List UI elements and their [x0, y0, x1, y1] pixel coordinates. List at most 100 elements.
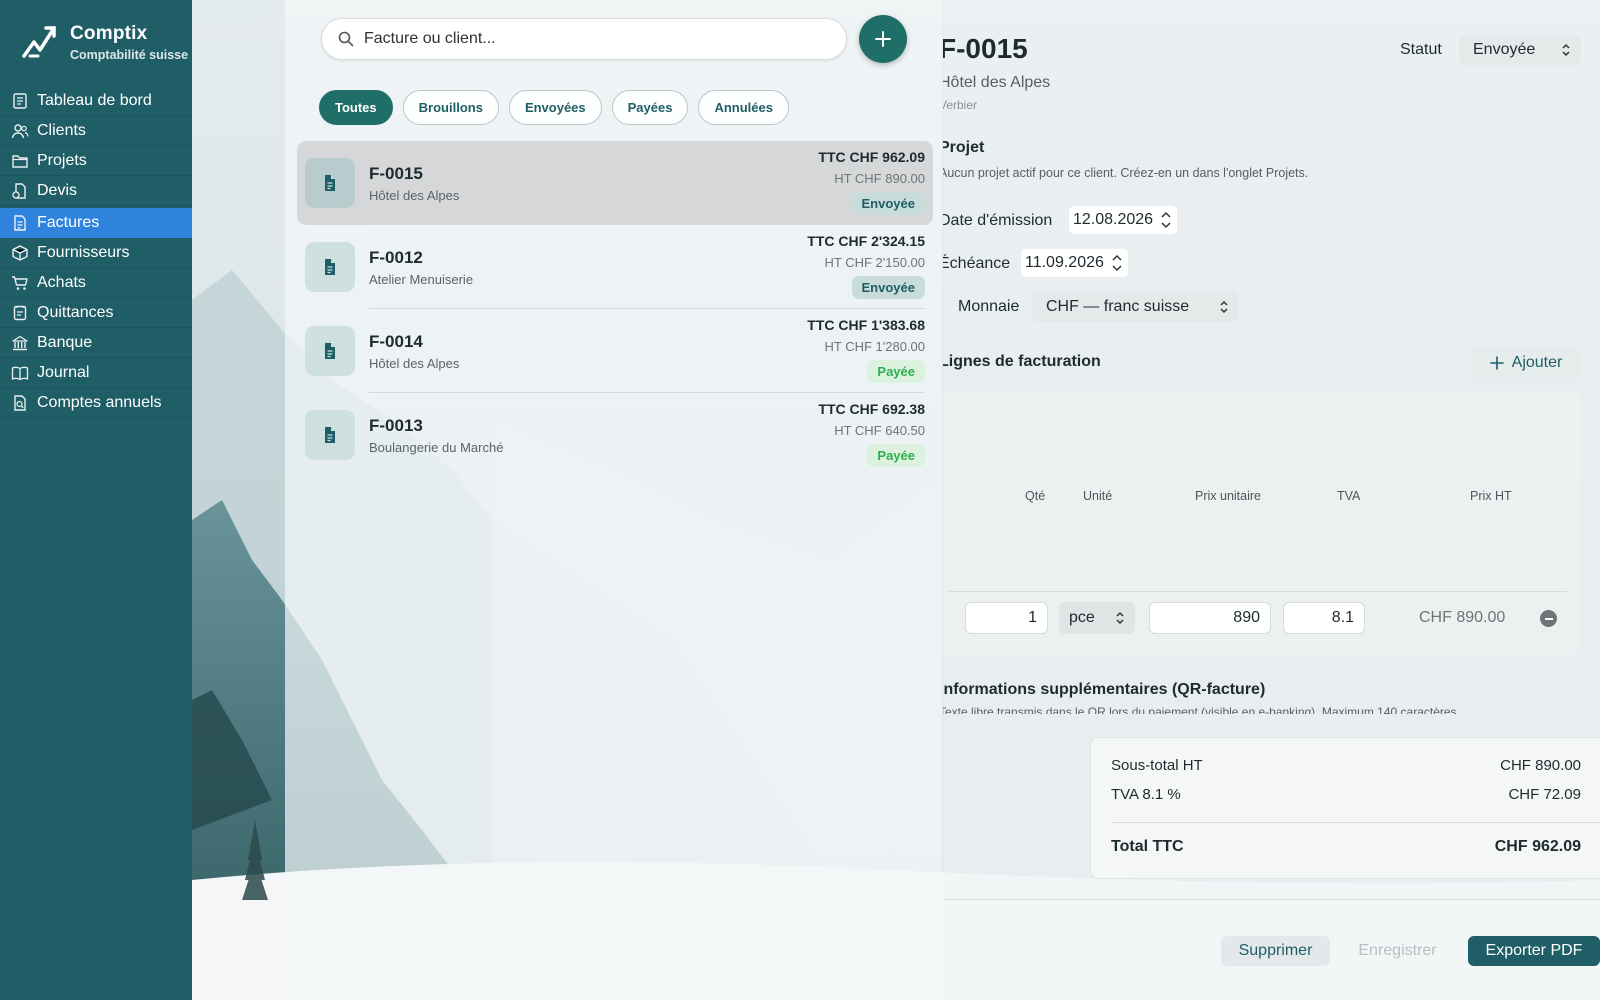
- currency-select[interactable]: CHF — franc suisse: [1032, 292, 1239, 322]
- date-stepper-icon[interactable]: [1110, 252, 1124, 274]
- chevron-updown-icon: [1115, 611, 1125, 625]
- filter-chip[interactable]: Envoyées: [508, 90, 602, 125]
- column-unit: Unité: [1083, 489, 1113, 503]
- plus-icon: [874, 30, 892, 48]
- invoice-client: Hôtel des Alpes: [369, 187, 460, 203]
- filter-chip[interactable]: Brouillons: [402, 90, 499, 125]
- invoice-lines-table: Qté Unité Prix unitaire TVA Prix HT 1 pc…: [943, 391, 1581, 655]
- line-qty-input[interactable]: 1: [965, 602, 1048, 634]
- book-icon: [11, 364, 29, 382]
- minus-icon: [1544, 617, 1553, 620]
- column-net-price: Prix HT: [1470, 489, 1512, 503]
- box-icon: [11, 244, 29, 262]
- column-unit-price: Prix unitaire: [1195, 489, 1261, 503]
- lines-heading: Lignes de facturation: [943, 353, 1101, 370]
- line-vat-input[interactable]: 8.1: [1283, 602, 1365, 634]
- invoice-client: Hôtel des Alpes: [943, 74, 1051, 91]
- filter-chip[interactable]: Payées: [611, 90, 689, 125]
- invoice-list-panel: Toutes Brouillons Envoyées Payées Annulées F…: [285, 0, 942, 1000]
- subtotal-value: CHF 890.00: [1500, 757, 1581, 774]
- sidebar: Comptix Comptabilité suisse Tableau de b…: [0, 0, 192, 1000]
- sidebar-item-quittances[interactable]: Quittances: [0, 298, 192, 328]
- sidebar-item-label: Clients: [37, 121, 86, 139]
- filter-chip[interactable]: Toutes: [319, 90, 393, 125]
- vat-label: TVA 8.1 %: [1111, 786, 1181, 803]
- status-filters: Toutes Brouillons Envoyées Payées Annulées: [319, 90, 789, 125]
- cart-icon: [11, 274, 29, 292]
- invoice-icon: [11, 214, 29, 232]
- qr-info-note: Texte libre transmis dans le QR lors du …: [943, 705, 1460, 714]
- due-date-value: 11.09.2026: [1025, 254, 1104, 271]
- invoice-total-ht: HT CHF 1'280.00: [824, 339, 925, 354]
- status-label: Statut: [1400, 41, 1442, 58]
- invoice-number: F-0015: [369, 163, 423, 183]
- invoice-total-ttc: TTC CHF 962.09: [818, 149, 925, 165]
- issue-date-field[interactable]: 12.08.2026: [1069, 206, 1178, 234]
- sidebar-item-clients[interactable]: Clients: [0, 116, 192, 146]
- line-net-price: CHF 890.00: [1419, 609, 1506, 626]
- sidebar-item-tableau-de-bord[interactable]: Tableau de bord: [0, 86, 192, 116]
- invoice-client: Boulangerie du Marché: [369, 439, 504, 455]
- invoice-total-ht: HT CHF 2'150.00: [824, 255, 925, 270]
- users-icon: [11, 122, 29, 140]
- invoice-row[interactable]: F-0013 Boulangerie du Marché TTC CHF 692.3…: [297, 393, 933, 477]
- line-unit-price-input[interactable]: 890: [1149, 602, 1271, 634]
- brand-subtitle: Comptabilité suisse: [70, 47, 189, 62]
- issue-date-value: 12.08.2026: [1073, 211, 1154, 228]
- total-label: Total TTC: [1111, 838, 1184, 855]
- invoice-row[interactable]: F-0015 Hôtel des Alpes TTC CHF 962.09 HT CH…: [297, 141, 933, 225]
- search-input[interactable]: [364, 30, 804, 48]
- sidebar-item-devis[interactable]: Devis: [0, 176, 192, 206]
- chevron-updown-icon: [1561, 43, 1571, 57]
- export-pdf-button[interactable]: Exporter PDF: [1468, 936, 1600, 966]
- brand-name: Comptix: [70, 22, 148, 44]
- status-badge: Envoyée: [851, 276, 925, 299]
- column-qty: Qté: [1025, 489, 1046, 503]
- invoice-total-ttc: TTC CHF 692.38: [818, 401, 925, 417]
- table-divider: [949, 591, 1567, 592]
- project-heading: Projet: [943, 139, 985, 156]
- action-footer: Supprimer Enregistrer Exporter PDF: [943, 900, 1600, 1000]
- vat-value: CHF 72.09: [1508, 786, 1581, 803]
- line-unit-value: pce: [1069, 609, 1095, 626]
- add-line-button[interactable]: Ajouter: [1471, 348, 1581, 378]
- sidebar-item-label: Achats: [37, 273, 86, 291]
- sidebar-item-journal[interactable]: Journal: [0, 358, 192, 388]
- line-unit-select[interactable]: pce: [1059, 602, 1135, 634]
- sidebar-item-label: Fournisseurs: [37, 243, 130, 261]
- totals-divider: [1111, 822, 1600, 823]
- total-value: CHF 962.09: [1494, 838, 1581, 855]
- sidebar-item-projets[interactable]: Projets: [0, 146, 192, 176]
- sidebar-item-label: Tableau de bord: [37, 91, 152, 109]
- status-badge: Payée: [867, 360, 925, 383]
- invoice-doc-icon: [305, 242, 355, 292]
- invoice-number: F-0013: [369, 415, 423, 435]
- invoice-total-ht: HT CHF 890.00: [834, 171, 925, 186]
- sidebar-item-fournisseurs[interactable]: Fournisseurs: [0, 238, 192, 268]
- filter-chip[interactable]: Annulées: [698, 90, 789, 125]
- invoice-list: F-0015 Hôtel des Alpes TTC CHF 962.09 HT CH…: [297, 141, 933, 477]
- currency-label: Monnaie: [958, 298, 1020, 315]
- currency-value: CHF — franc suisse: [1046, 298, 1190, 315]
- save-button[interactable]: Enregistrer: [1343, 936, 1452, 966]
- due-date-field[interactable]: 11.09.2026: [1021, 249, 1128, 277]
- delete-button[interactable]: Supprimer: [1221, 936, 1330, 966]
- sidebar-item-label: Factures: [37, 214, 100, 231]
- invoice-row[interactable]: F-0014 Hôtel des Alpes TTC CHF 1'383.68 HT …: [297, 309, 933, 393]
- invoice-row[interactable]: F-0012 Atelier Menuiserie TTC CHF 2'324.15…: [297, 225, 933, 309]
- sidebar-item-factures[interactable]: Factures: [0, 208, 192, 238]
- add-invoice-button[interactable]: [859, 15, 907, 63]
- search-bar[interactable]: [321, 18, 847, 60]
- sidebar-item-label: Journal: [37, 363, 90, 381]
- sidebar-item-achats[interactable]: Achats: [0, 268, 192, 298]
- invoice-doc-icon: [305, 410, 355, 460]
- sidebar-item-comptes-annuels[interactable]: Comptes annuels: [0, 388, 192, 418]
- invoice-doc-icon: [305, 326, 355, 376]
- sidebar-item-banque[interactable]: Banque: [0, 328, 192, 358]
- logo-icon: [20, 22, 60, 62]
- invoice-number: F-0012: [369, 247, 423, 267]
- sidebar-item-label: Comptes annuels: [37, 393, 162, 411]
- date-stepper-icon[interactable]: [1159, 209, 1173, 231]
- status-select[interactable]: Envoyée: [1459, 35, 1581, 65]
- remove-line-button[interactable]: [1540, 610, 1557, 627]
